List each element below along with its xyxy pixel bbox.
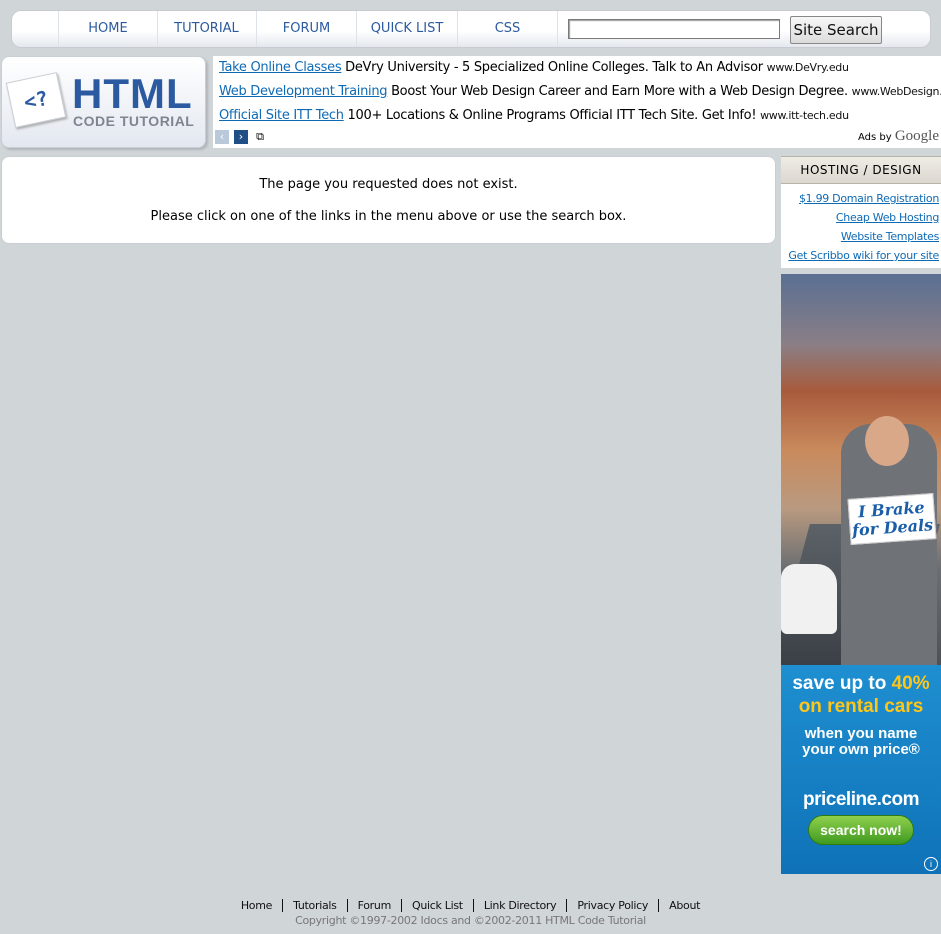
chevron-left-icon[interactable]: ‹: [215, 130, 229, 144]
ad-url: www.DeVry.edu: [766, 61, 849, 74]
text-ads-block: Take Online Classes DeVry University - 5…: [213, 56, 941, 148]
sidebar-hosting: HOSTING / DESIGN $1.99 Domain Registrati…: [781, 156, 941, 268]
sidebar-heading: HOSTING / DESIGN: [781, 156, 941, 184]
logo-subtitle: CODE TUTORIAL: [73, 113, 195, 129]
copyright-text: Copyright ©1997-2002 Idocs and ©2002-201…: [295, 914, 646, 927]
offer-line3b: your own price®: [802, 741, 920, 758]
banner-offer: save up to 40% on rental cars when you n…: [781, 665, 941, 874]
ad-link[interactable]: Official Site ITT Tech: [219, 108, 344, 123]
footer: Home Tutorials Forum Quick List Link Directo…: [0, 898, 941, 928]
footer-link-forum[interactable]: Forum: [347, 899, 402, 912]
popout-icon[interactable]: ⧉: [253, 130, 267, 144]
sidebar-link-templates[interactable]: Website Templates: [781, 227, 941, 246]
ads-by-google[interactable]: Ads by Google: [858, 128, 939, 145]
banner-car: [781, 564, 837, 634]
priceline-banner-ad[interactable]: I Brake for Deals save up to 40% on rent…: [781, 274, 941, 874]
info-icon[interactable]: i: [924, 857, 938, 871]
footer-link-privacy[interactable]: Privacy Policy: [567, 899, 660, 912]
offer-line1: save up to 40%: [781, 673, 941, 695]
logo-title: HTML: [72, 70, 193, 117]
offer-prefix: save up to: [792, 673, 887, 694]
sidebar-links: $1.99 Domain Registration Cheap Web Host…: [781, 184, 941, 265]
ad-line: Web Development Training Boost Your Web …: [219, 84, 941, 99]
ad-link[interactable]: Web Development Training: [219, 84, 388, 99]
priceline-logo: priceline.com: [803, 789, 920, 810]
nav-css[interactable]: CSS: [458, 11, 558, 47]
banner-head: [865, 416, 909, 466]
ad-url: www.WebDesign.D..: [851, 85, 941, 98]
site-logo[interactable]: <? HTML CODE TUTORIAL: [1, 56, 206, 148]
error-message: The page you requested does not exist.: [259, 177, 518, 192]
footer-link-quick-list[interactable]: Quick List: [401, 899, 474, 912]
banner-sign: I Brake for Deals: [847, 493, 937, 545]
offer-line3a: when you name: [804, 725, 918, 742]
nav-tutorial[interactable]: TUTORIAL: [157, 11, 257, 47]
ad-line: Official Site ITT Tech 100+ Locations & …: [219, 108, 849, 123]
top-nav-bar: HOME TUTORIAL FORUM QUICK LIST CSS Site …: [11, 10, 931, 48]
search-now-button[interactable]: search now!: [808, 815, 914, 845]
footer-links: Home Tutorials Forum Quick List Link Directo…: [0, 898, 941, 914]
footer-link-home[interactable]: Home: [230, 899, 284, 912]
footer-link-directory[interactable]: Link Directory: [473, 899, 568, 912]
nav-home[interactable]: HOME: [58, 11, 158, 47]
google-logo: Google: [894, 128, 939, 144]
chevron-right-icon[interactable]: ›: [234, 130, 248, 144]
offer-percent: 40%: [891, 673, 930, 694]
sidebar-link-domain[interactable]: $1.99 Domain Registration: [781, 189, 941, 208]
footer-link-tutorials[interactable]: Tutorials: [283, 899, 348, 912]
site-search-button[interactable]: Site Search: [790, 16, 882, 44]
nav-quick-list[interactable]: QUICK LIST: [357, 11, 458, 47]
sidebar-link-scribbo[interactable]: Get Scribbo wiki for your site: [781, 246, 941, 265]
ad-line: Take Online Classes DeVry University - 5…: [219, 60, 849, 75]
code-badge-icon: <?: [5, 72, 67, 128]
ad-text: 100+ Locations & Online Programs Officia…: [347, 108, 757, 123]
site-search-input[interactable]: [568, 19, 780, 39]
sign-line2: for Deals: [851, 515, 934, 540]
ads-by-label: Ads by: [857, 132, 892, 143]
offer-line3: when you name your own price®: [781, 726, 941, 758]
ad-link[interactable]: Take Online Classes: [219, 60, 342, 75]
sidebar-link-hosting[interactable]: Cheap Web Hosting: [781, 208, 941, 227]
footer-link-about[interactable]: About: [659, 899, 710, 912]
ad-url: www.itt-tech.edu: [760, 109, 849, 122]
ad-text: DeVry University - 5 Specialized Online …: [345, 60, 763, 75]
main-content: The page you requested does not exist. P…: [1, 156, 776, 244]
offer-line2: on rental cars: [798, 696, 924, 717]
nav-forum[interactable]: FORUM: [257, 11, 357, 47]
help-message: Please click on one of the links in the …: [150, 209, 627, 224]
ad-text: Boost Your Web Design Career and Earn Mo…: [391, 84, 848, 99]
